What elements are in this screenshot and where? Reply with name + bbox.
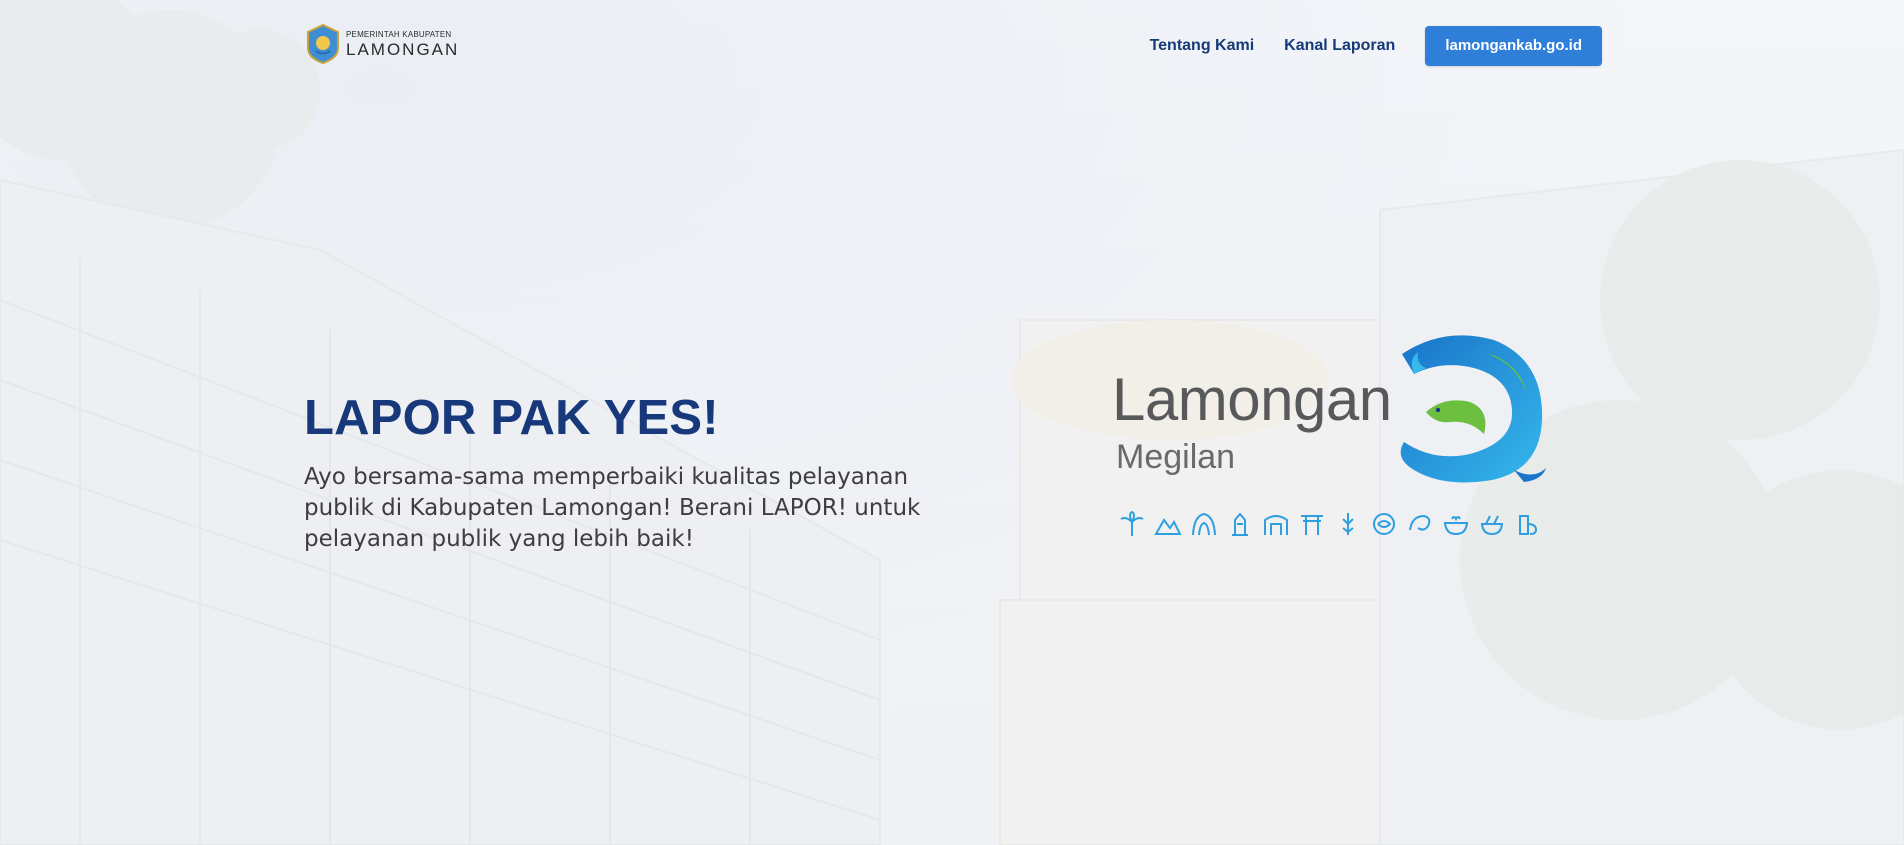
background-photo [0, 0, 1904, 845]
nav-link-tentang-kami[interactable]: Tentang Kami [1150, 37, 1255, 55]
fish-icon [1409, 514, 1431, 531]
torii-icon [1301, 515, 1323, 535]
brand-icon-row [1118, 510, 1542, 538]
logo-line-2: LAMONGAN [346, 39, 460, 59]
background-overlay [0, 0, 1904, 845]
gate-icon [1264, 515, 1288, 535]
dragon-icon [1373, 513, 1395, 535]
lamongan-emblem-icon [307, 24, 339, 64]
cave-icon [1192, 512, 1216, 536]
logo-line-1: PEMERINTAH KABUPATEN [346, 29, 452, 39]
brand-tagline: Megilan [1116, 438, 1236, 476]
hill-icon [1154, 518, 1182, 535]
candle-icon [1342, 513, 1354, 535]
drink-icon [1519, 515, 1538, 535]
food-bowl-icon [1480, 515, 1504, 536]
site-logo[interactable]: PEMERINTAH KABUPATEN LAMONGAN [306, 24, 459, 64]
bowl-icon [1443, 516, 1469, 536]
lamongan-megilan-logo: Lamongan Megilan [1112, 330, 1552, 550]
top-navbar: PEMERINTAH KABUPATEN LAMONGAN Tentang Ka… [0, 0, 1904, 92]
brand-name: Lamongan [1112, 366, 1392, 433]
main-nav: Tentang Kami Kanal Laporan lamongankab.g… [1150, 26, 1602, 66]
lamongankab-site-button[interactable]: lamongankab.go.id [1425, 26, 1602, 66]
hero-description: Ayo bersama-sama memperbaiki kualitas pe… [304, 464, 921, 552]
nav-link-kanal-laporan[interactable]: Kanal Laporan [1284, 37, 1395, 55]
hero-title: LAPOR PAK YES! [304, 391, 719, 445]
wave-fish-icon [1400, 335, 1546, 483]
palm-tree-icon [1120, 510, 1144, 536]
monument-icon [1232, 512, 1248, 536]
